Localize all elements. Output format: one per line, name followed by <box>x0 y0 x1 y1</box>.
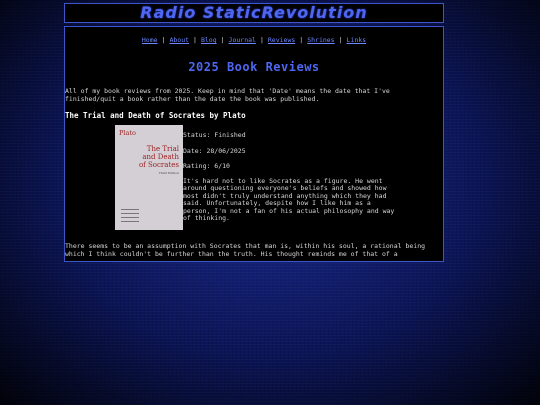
review-date: Date: 28/06/2025 <box>183 146 246 155</box>
review-entry: Plato The Trial and Death of Socrates Th… <box>65 124 443 242</box>
cover-author: Plato <box>119 129 136 137</box>
content-panel: Home | About | Blog | Journal | Reviews | Shrines |… <box>64 26 444 262</box>
page-title: 2025 Book Reviews <box>188 60 320 74</box>
nav-separator: | <box>299 36 304 44</box>
site-title: Radio StaticRevolution <box>140 3 368 22</box>
review-text: It's hard not to like Socrates as a figu… <box>183 176 395 222</box>
cover-title-line: and Death <box>142 153 179 161</box>
cover-subtitle: Third Edition <box>158 171 179 175</box>
nav-separator: | <box>338 36 343 44</box>
page-intro: All of my book reviews from 2025. Keep i… <box>65 87 390 103</box>
nav-bar: Home | About | Blog | Journal | Reviews | Shrines |… <box>65 36 443 44</box>
nav-separator: | <box>161 36 166 44</box>
nav-link-home[interactable]: Home <box>142 36 158 44</box>
nav-link-journal[interactable]: Journal <box>229 36 256 44</box>
cover-title-line: of Socrates <box>138 161 179 169</box>
review-details: Status: Finished Date: 28/06/2025 Rating… <box>183 131 398 231</box>
nav-separator: | <box>193 36 197 44</box>
nav-link-reviews[interactable]: Reviews <box>268 36 295 44</box>
book-cover-image: Plato The Trial and Death of Socrates Th… <box>115 125 183 230</box>
cover-title: The Trial and Death of Socrates <box>119 145 179 169</box>
cover-title-line: The Trial <box>146 145 179 153</box>
nav-separator: | <box>259 36 264 44</box>
review-text-continued: There seems to be an assumption with Soc… <box>65 242 426 258</box>
review-heading: The Trial and Death of Socrates by Plato <box>65 111 246 120</box>
cover-decoration <box>121 206 139 222</box>
nav-link-shrines[interactable]: Shrines <box>307 36 334 44</box>
nav-link-about[interactable]: About <box>169 36 189 44</box>
nav-link-blog[interactable]: Blog <box>201 36 217 44</box>
site-banner: Radio StaticRevolution <box>64 3 444 23</box>
nav-separator: | <box>220 36 225 44</box>
review-status: Status: Finished <box>183 131 246 139</box>
nav-link-links[interactable]: Links <box>347 36 367 44</box>
review-rating: Rating: 6/10 <box>183 162 230 170</box>
